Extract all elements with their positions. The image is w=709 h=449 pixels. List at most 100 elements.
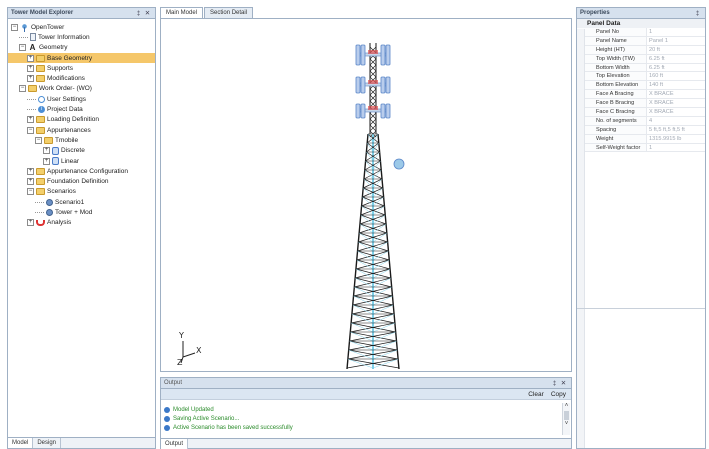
property-value[interactable]: X BRACE [647, 108, 705, 116]
property-value[interactable]: X BRACE [647, 99, 705, 107]
explorer-bottom-tabs: Model Design [8, 437, 155, 448]
collapse-icon[interactable]: − [11, 23, 18, 31]
expand-icon[interactable]: + [27, 64, 34, 72]
pin-icon[interactable]: ‡ [134, 10, 143, 17]
collapse-icon[interactable]: − [19, 85, 26, 93]
expand-icon[interactable]: + [27, 116, 34, 124]
property-row[interactable]: Height (HT) 20 ft [577, 45, 705, 55]
antenna-accent [368, 80, 378, 84]
expand-icon[interactable]: + [27, 75, 34, 83]
antenna-panel [380, 103, 386, 119]
collapse-icon[interactable]: − [35, 136, 42, 144]
property-value[interactable]: 1 [647, 28, 705, 36]
tree-item[interactable]: − Tmobile [8, 135, 155, 145]
collapse-icon[interactable]: − [27, 188, 34, 196]
tree-item[interactable]: − A Geometry [8, 43, 155, 53]
output-message: Model Updated [164, 405, 561, 414]
properties-header: Properties ‡ [577, 8, 705, 19]
antenna-panel [355, 76, 361, 94]
property-value[interactable]: 1315.9915 lb [647, 135, 705, 143]
tower-3d-model[interactable] [341, 39, 405, 372]
tree-item[interactable]: User Settings [8, 94, 155, 104]
property-value[interactable]: 160 ft [647, 72, 705, 80]
panel-data-section[interactable]: Panel Data [577, 19, 705, 28]
property-row[interactable]: Weight 1315.9915 lb [577, 134, 705, 144]
tree-item[interactable]: + Analysis [8, 218, 155, 228]
tree-item[interactable]: + Modifications [8, 73, 155, 83]
property-value[interactable]: 1 [647, 144, 705, 152]
tree-connector [35, 211, 44, 213]
tree-item[interactable]: + Appurtenance Configuration [8, 166, 155, 176]
scroll-up-icon[interactable]: ˄ [563, 403, 570, 410]
property-value[interactable]: 4 [647, 117, 705, 125]
expand-icon[interactable]: + [43, 147, 50, 155]
tab-model[interactable]: Model [8, 438, 34, 448]
collapse-icon[interactable]: − [19, 44, 26, 52]
tree-item[interactable]: + Discrete [8, 146, 155, 156]
tree-item[interactable]: i Project Data [8, 104, 155, 114]
property-value[interactable]: 6.25 ft [647, 55, 705, 63]
property-value[interactable]: 5 ft,5 ft,5 ft,5 ft [647, 126, 705, 134]
property-row[interactable]: No. of segments 4 [577, 116, 705, 126]
property-row[interactable]: Face A Bracing X BRACE [577, 90, 705, 100]
copy-button[interactable]: Copy [551, 391, 566, 398]
property-row[interactable]: Panel Name Panel 1 [577, 36, 705, 46]
property-row[interactable]: Self-Weight factor 1 [577, 143, 705, 153]
tree-item[interactable]: − Work Order- (WO) [8, 84, 155, 94]
tree-item[interactable]: + Base Geometry [8, 52, 155, 64]
properties-pin-icon[interactable]: ‡ [693, 10, 702, 17]
output-pin-icon[interactable]: ‡ [550, 380, 559, 387]
folder-icon [36, 116, 45, 124]
tree-connector [27, 109, 36, 111]
property-row[interactable]: Spacing 5 ft,5 ft,5 ft,5 ft [577, 125, 705, 135]
property-row[interactable]: Bottom Elevation 140 ft [577, 81, 705, 91]
expand-icon[interactable]: + [27, 219, 34, 227]
property-value[interactable]: 20 ft [647, 46, 705, 54]
property-value[interactable]: 6.25 ft [647, 64, 705, 72]
tree-item[interactable]: + Foundation Definition [8, 176, 155, 186]
property-row[interactable]: Top Elevation 160 ft [577, 72, 705, 82]
tree-item[interactable]: − Appurtenances [8, 125, 155, 135]
tab-output[interactable]: Output [161, 439, 189, 449]
tab-section-detail[interactable]: Section Detail [204, 7, 254, 18]
tree-item[interactable]: Tower + Mod [8, 207, 155, 217]
output-close-icon[interactable]: ✕ [559, 379, 568, 387]
clear-button[interactable]: Clear [528, 391, 544, 398]
tab-design[interactable]: Design [33, 438, 62, 448]
tree-item[interactable]: + Loading Definition [8, 115, 155, 125]
inner-brace [353, 295, 374, 306]
property-value[interactable]: X BRACE [647, 90, 705, 98]
property-row[interactable]: Panel No 1 [577, 28, 705, 37]
inner-brace [361, 205, 374, 216]
close-icon[interactable]: ✕ [143, 9, 152, 17]
property-value[interactable]: 140 ft [647, 81, 705, 89]
property-name: Spacing [577, 125, 647, 134]
tree-item-label: User Settings [47, 95, 87, 103]
tab-main-model[interactable]: Main Model [160, 7, 204, 18]
expand-icon[interactable]: + [43, 157, 50, 165]
expand-icon[interactable]: + [27, 54, 34, 62]
tree-item[interactable]: Scenario1 [8, 197, 155, 207]
tree-item[interactable]: Tower Information [8, 32, 155, 42]
expand-icon[interactable]: + [27, 178, 34, 186]
tree-item[interactable]: + Linear [8, 156, 155, 166]
expand-icon[interactable]: + [27, 167, 34, 175]
property-row[interactable]: Face B Bracing X BRACE [577, 99, 705, 109]
property-row[interactable]: Face C Bracing X BRACE [577, 108, 705, 117]
tree-item[interactable]: + Supports [8, 63, 155, 73]
model-viewport[interactable]: Y X Z [160, 18, 572, 372]
output-scrollbar[interactable]: ˄ ˅ [562, 403, 570, 435]
inner-brace [372, 214, 386, 225]
inner-brace [372, 259, 390, 270]
collapse-icon[interactable]: − [27, 126, 34, 134]
scen-icon [46, 198, 53, 206]
property-value[interactable]: Panel 1 [647, 37, 705, 45]
property-row[interactable]: Top Width (TW) 6.25 ft [577, 54, 705, 64]
property-row[interactable]: Bottom Width 6.25 ft [577, 63, 705, 73]
scroll-down-icon[interactable]: ˅ [563, 421, 570, 428]
tree-item[interactable]: − Scenarios [8, 187, 155, 197]
scroll-thumb[interactable] [564, 411, 569, 420]
property-name: Top Width (TW) [577, 54, 647, 63]
inner-brace [347, 358, 374, 369]
tree-item[interactable]: − OpenTower [8, 22, 155, 32]
